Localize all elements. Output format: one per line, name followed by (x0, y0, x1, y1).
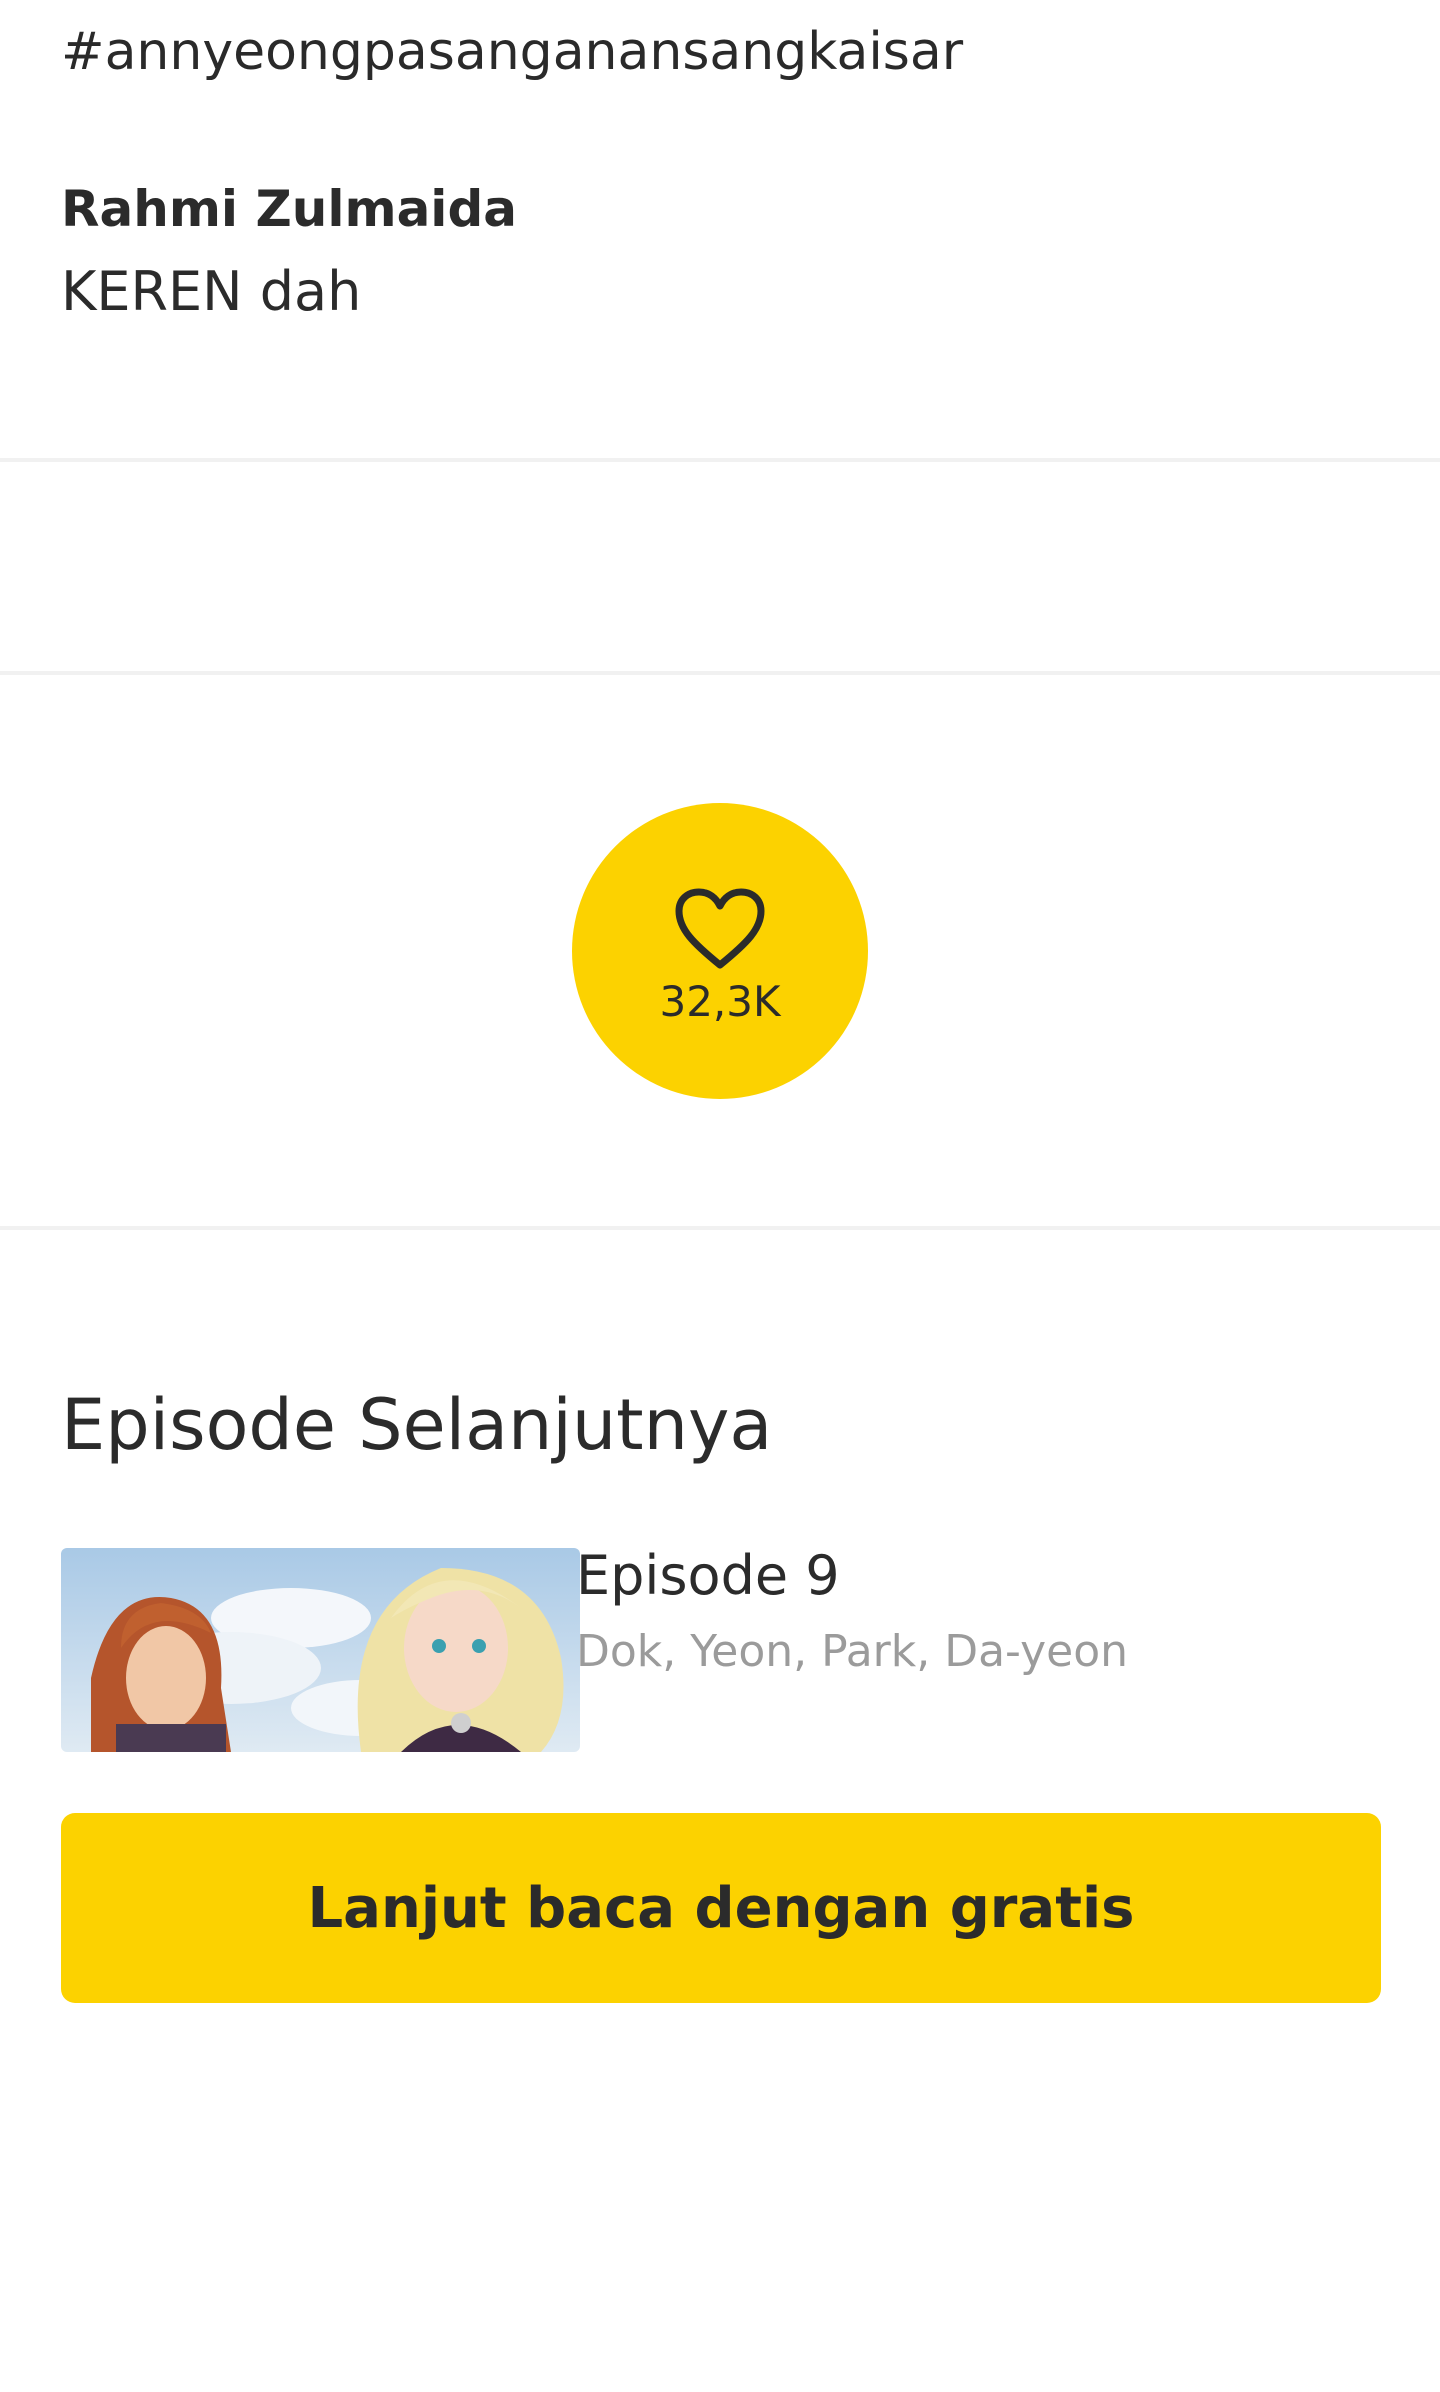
comment-text: KEREN dah (61, 260, 362, 323)
episode-title[interactable]: Episode 9 (576, 1544, 840, 1607)
divider (0, 1226, 1440, 1230)
divider (0, 671, 1440, 675)
section-title: Episode Selanjutnya (61, 1384, 773, 1466)
episode-thumbnail-image (61, 1548, 580, 1752)
continue-reading-free-button[interactable]: Lanjut baca dengan gratis (61, 1813, 1381, 2003)
episode-thumbnail (61, 1548, 580, 1752)
like-button[interactable]: 32,3K (572, 803, 868, 1099)
heart-icon (675, 888, 765, 968)
divider (0, 458, 1440, 462)
like-count: 32,3K (659, 976, 781, 1026)
comment-item: Rahmi Zulmaida KEREN dah (61, 180, 517, 323)
hashtag-text[interactable]: #annyeongpasanganansangkaisar (61, 22, 963, 82)
episode-authors: Dok, Yeon, Park, Da-yeon (576, 1626, 1129, 1677)
continue-reading-label: Lanjut baca dengan gratis (307, 1875, 1135, 1941)
comment-author[interactable]: Rahmi Zulmaida (61, 180, 517, 238)
